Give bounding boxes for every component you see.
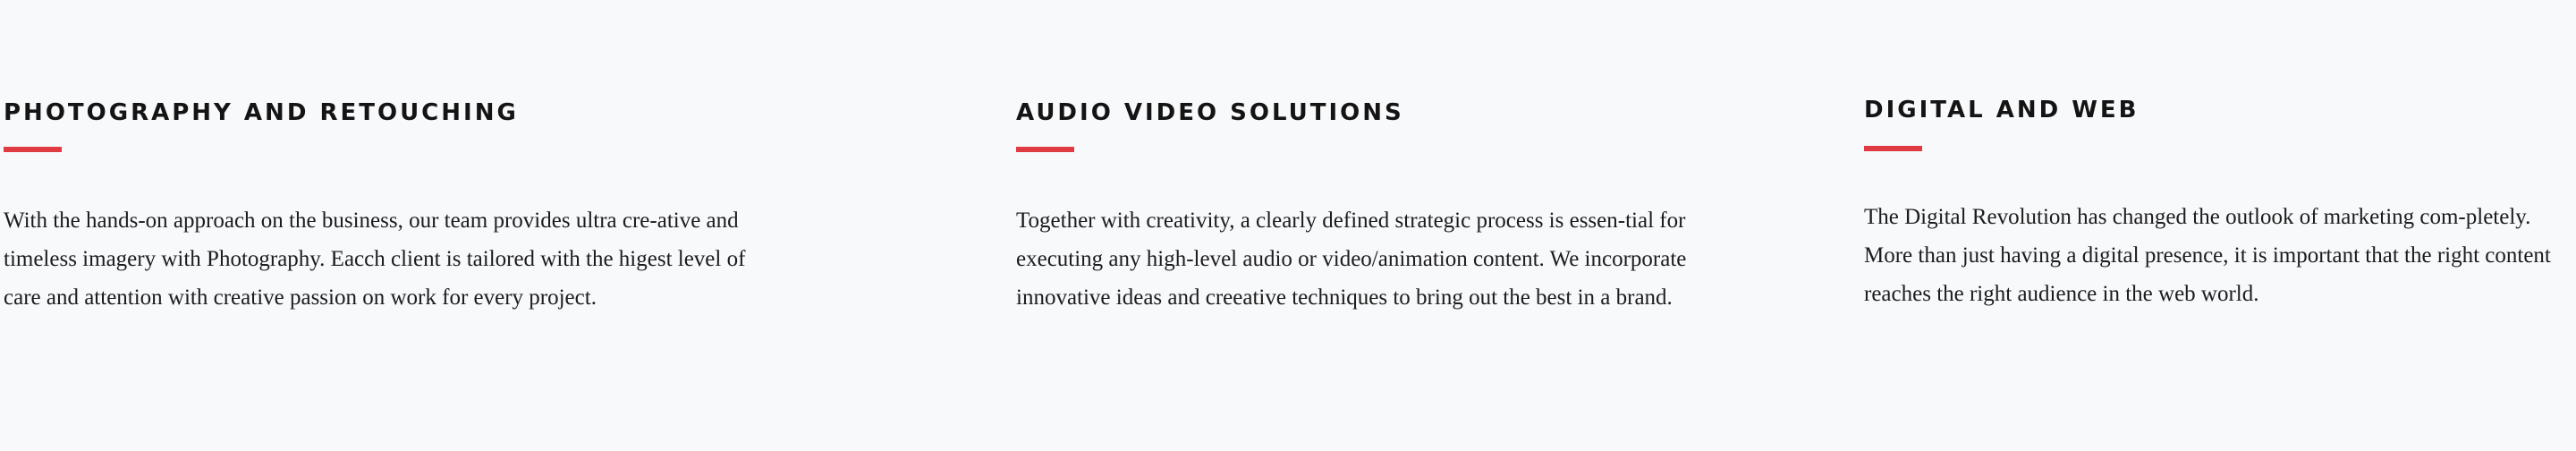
service-title: DIGITAL AND WEB (1864, 97, 2140, 123)
service-digital-web: DIGITAL AND WEB The Digital Revolution h… (1864, 96, 2576, 313)
service-title: AUDIO VIDEO SOLUTIONS (1016, 99, 1404, 126)
accent-divider (4, 147, 62, 152)
service-photography: PHOTOGRAPHY AND RETOUCHING With the hand… (4, 98, 773, 317)
service-description: Together with creativity, a clearly defi… (1016, 208, 1687, 310)
service-description: The Digital Revolution has changed the o… (1864, 205, 2551, 306)
service-description: With the hands-on approach on the busine… (4, 208, 746, 310)
accent-divider (1864, 146, 1922, 151)
accent-divider (1016, 147, 1074, 152)
service-title: PHOTOGRAPHY AND RETOUCHING (4, 99, 519, 126)
service-audio-video: AUDIO VIDEO SOLUTIONS Together with crea… (1016, 98, 1732, 317)
